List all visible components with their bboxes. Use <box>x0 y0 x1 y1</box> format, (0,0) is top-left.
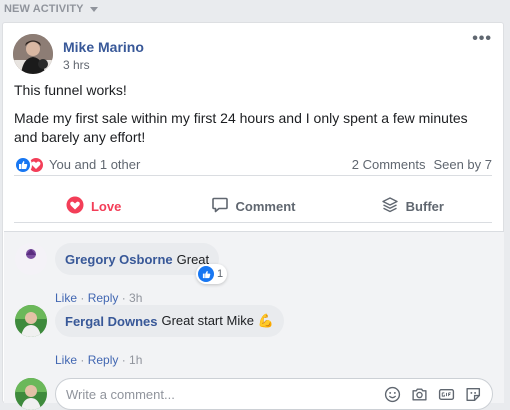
comment-button[interactable]: Comment <box>173 191 332 223</box>
comment-input[interactable]: Write a comment... <box>55 378 493 410</box>
caret-down-icon[interactable] <box>89 7 98 12</box>
gif-icon[interactable] <box>438 386 455 403</box>
section-title: NEW ACTIVITY <box>4 3 84 15</box>
post-header: Mike Marino 3 hrs <box>13 34 144 74</box>
comments-count[interactable]: 2 Comments <box>352 157 426 172</box>
comment-time[interactable]: 1h <box>129 353 142 367</box>
love-label: Love <box>90 199 122 214</box>
author-avatar[interactable] <box>13 34 53 74</box>
buffer-button[interactable]: Buffer <box>333 191 492 223</box>
comment-like-link[interactable]: Like <box>55 291 77 305</box>
reactors-text[interactable]: You and 1 other <box>49 157 140 172</box>
post-body: This funnel works! Made my first sale wi… <box>14 81 489 156</box>
comment-item: Gregory Osborne Great 1 <box>15 243 228 284</box>
comment-reply-link[interactable]: Reply <box>88 291 119 305</box>
like-reaction-icon <box>198 266 215 282</box>
comment-bubble: Fergal Downes Great start Mike 💪 <box>55 305 284 337</box>
actions-bar: Love Comment Buffer <box>14 191 492 223</box>
comment-composer: Write a comment... <box>15 378 493 410</box>
comment-time[interactable]: 3h <box>129 291 142 305</box>
love-button[interactable]: Love <box>14 191 173 223</box>
post-timestamp[interactable]: 3 hrs <box>63 58 144 72</box>
comment-reaction-badge[interactable]: 1 <box>196 264 228 284</box>
commenter-name[interactable]: Fergal Downes <box>65 314 157 329</box>
commenter-avatar[interactable] <box>15 243 47 275</box>
emoji-icon[interactable] <box>384 386 401 403</box>
commenter-avatar[interactable] <box>15 305 47 337</box>
more-icon[interactable]: ••• <box>472 31 492 47</box>
camera-icon[interactable] <box>411 386 428 403</box>
comments-section: Gregory Osborne Great 1 Like · Reply · 3… <box>4 231 504 410</box>
comment-bubble: Gregory Osborne Great 1 <box>55 243 228 284</box>
commenter-name[interactable]: Gregory Osborne <box>65 252 173 267</box>
comment-meta: Like · Reply · 1h <box>55 353 143 367</box>
post-paragraph: Made my first sale within my first 24 ho… <box>14 110 468 145</box>
heart-icon <box>66 196 84 217</box>
comment-reply-link[interactable]: Reply <box>88 353 119 367</box>
reactions-right: 2 Comments Seen by 7 <box>352 157 492 172</box>
current-user-avatar <box>15 378 47 410</box>
reactions-left[interactable]: You and 1 other <box>14 155 140 174</box>
like-reaction-icon <box>14 155 32 174</box>
section-header[interactable]: NEW ACTIVITY <box>4 3 98 15</box>
post-author-name[interactable]: Mike Marino <box>63 38 144 56</box>
comment-item: Fergal Downes Great start Mike 💪 <box>15 305 284 337</box>
comment-placeholder: Write a comment... <box>66 386 175 402</box>
comment-label: Comment <box>235 199 296 214</box>
reaction-count: 1 <box>217 268 224 280</box>
buffer-label: Buffer <box>405 199 444 214</box>
sticker-icon[interactable] <box>465 386 482 403</box>
comment-text: Great start Mike 💪 <box>161 313 274 328</box>
seen-by[interactable]: Seen by 7 <box>433 157 492 172</box>
post-card: Mike Marino 3 hrs ••• This funnel works!… <box>2 22 504 410</box>
composer-icons <box>384 386 482 403</box>
buffer-icon <box>381 196 399 217</box>
comment-meta: Like · Reply · 3h <box>55 291 143 305</box>
post-paragraph: This funnel works! <box>14 82 127 98</box>
comment-icon <box>211 196 229 217</box>
comment-like-link[interactable]: Like <box>55 353 77 367</box>
reactions-summary: You and 1 other 2 Comments Seen by 7 <box>14 154 492 176</box>
